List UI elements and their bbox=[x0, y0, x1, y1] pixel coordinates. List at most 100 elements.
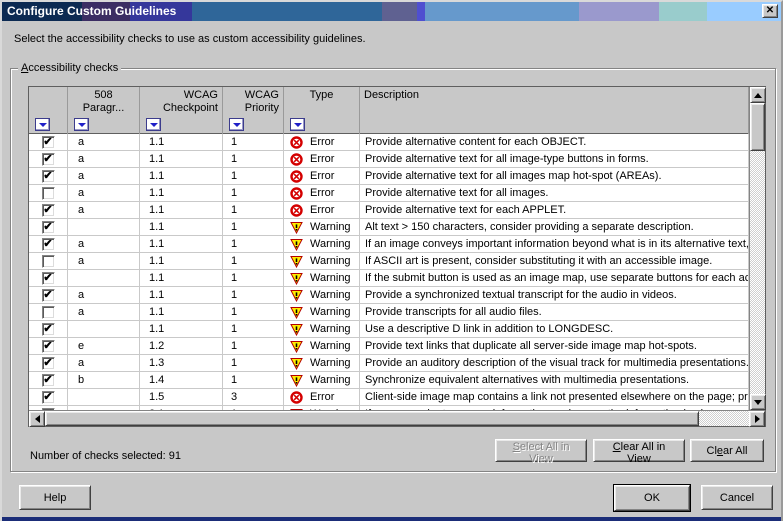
row-checkbox[interactable]: ✔ bbox=[42, 136, 55, 149]
table-row[interactable]: a1.11ErrorProvide alternative text for a… bbox=[29, 185, 749, 202]
dropdown-arrow-icon bbox=[294, 123, 302, 127]
row-checkbox[interactable]: ✔ bbox=[42, 221, 55, 234]
table-row[interactable]: ✔a1.11ErrorProvide alternative text for … bbox=[29, 202, 749, 219]
row-checkbox[interactable]: ✔ bbox=[42, 272, 55, 285]
ok-button[interactable]: OK bbox=[614, 485, 690, 511]
dropdown-arrow-icon bbox=[39, 123, 47, 127]
row-checkbox[interactable] bbox=[42, 306, 55, 319]
type-label: Warning bbox=[310, 355, 351, 371]
cell-508-paragraph bbox=[68, 389, 140, 405]
row-checkbox[interactable]: ✔ bbox=[42, 204, 55, 217]
table-row[interactable]: ✔1.11WarningUse a descriptive D link in … bbox=[29, 321, 749, 338]
scroll-up-button[interactable] bbox=[750, 87, 766, 103]
cell-wcag-priority: 1 bbox=[223, 321, 284, 337]
table-row[interactable]: ✔a1.11WarningProvide a synchronized text… bbox=[29, 287, 749, 304]
row-checkbox[interactable] bbox=[42, 255, 55, 268]
type-label: Warning bbox=[310, 270, 351, 286]
table-row[interactable]: ✔b1.41WarningSynchronize equivalent alte… bbox=[29, 372, 749, 389]
column-header-description: Description bbox=[360, 87, 749, 118]
filter-cell-type bbox=[284, 118, 360, 134]
row-checkbox[interactable]: ✔ bbox=[42, 357, 55, 370]
filter-button-508-paragraph[interactable] bbox=[74, 118, 89, 131]
cell-wcag-priority: 1 bbox=[223, 151, 284, 167]
cell-type: Warning bbox=[284, 372, 360, 388]
cell-description: Provide alternative text for all images … bbox=[360, 168, 749, 184]
cell-description: Alt text > 150 characters, consider prov… bbox=[360, 219, 749, 235]
cell-wcag-priority: 1 bbox=[223, 253, 284, 269]
warning-icon bbox=[290, 221, 303, 234]
cell-508-paragraph: a bbox=[68, 253, 140, 269]
table-row[interactable]: ✔a1.11ErrorProvide alternative text for … bbox=[29, 168, 749, 185]
row-checkbox[interactable] bbox=[42, 187, 55, 200]
type-label: Warning bbox=[310, 304, 351, 320]
table-row[interactable]: ✔a1.11ErrorProvide alternative text for … bbox=[29, 151, 749, 168]
cell-wcag-priority: 1 bbox=[223, 372, 284, 388]
horizontal-scrollbar-track[interactable] bbox=[699, 411, 749, 426]
cell-type: Warning bbox=[284, 355, 360, 371]
row-checkbox[interactable]: ✔ bbox=[42, 170, 55, 183]
row-checkbox[interactable]: ✔ bbox=[42, 323, 55, 336]
warning-icon bbox=[290, 272, 303, 285]
cell-type: Error bbox=[284, 185, 360, 201]
titlebar[interactable]: Configure Custom Guidelines ✕ bbox=[2, 2, 781, 21]
cell-wcag-checkpoint: 1.3 bbox=[140, 355, 223, 371]
cell-wcag-checkpoint: 1.1 bbox=[140, 202, 223, 218]
vertical-scrollbar[interactable] bbox=[749, 87, 765, 410]
type-label: Warning bbox=[310, 321, 351, 337]
row-checkbox[interactable]: ✔ bbox=[42, 153, 55, 166]
type-label: Warning bbox=[310, 219, 351, 235]
table-row[interactable]: ✔e1.21WarningProvide text links that dup… bbox=[29, 338, 749, 355]
table-row[interactable]: ✔1.11WarningIf the submit button is used… bbox=[29, 270, 749, 287]
error-icon bbox=[290, 170, 303, 183]
row-checkbox[interactable]: ✔ bbox=[42, 391, 55, 404]
row-checkbox[interactable]: ✔ bbox=[42, 340, 55, 353]
horizontal-scrollbar[interactable] bbox=[29, 410, 765, 426]
table-header: 508Paragr...WCAGCheckpointWCAGPriorityTy… bbox=[29, 87, 749, 134]
table-row[interactable]: ✔a1.11WarningIf an image conveys importa… bbox=[29, 236, 749, 253]
table-row[interactable]: a1.11WarningProvide transcripts for all … bbox=[29, 304, 749, 321]
table-row[interactable]: a1.11WarningIf ASCII art is present, con… bbox=[29, 253, 749, 270]
cell-wcag-checkpoint: 1.1 bbox=[140, 287, 223, 303]
filter-button-wcag-priority[interactable] bbox=[229, 118, 244, 131]
table-row[interactable]: ✔a1.11ErrorProvide alternative content f… bbox=[29, 134, 749, 151]
cell-description: Provide alternative text for each APPLET… bbox=[360, 202, 749, 218]
help-button[interactable]: Help bbox=[19, 485, 91, 510]
close-button[interactable]: ✕ bbox=[762, 4, 778, 18]
scroll-down-button[interactable] bbox=[750, 394, 766, 410]
filter-button-select[interactable] bbox=[35, 118, 50, 131]
filter-cell-wcag-priority bbox=[223, 118, 284, 134]
error-icon bbox=[290, 204, 303, 217]
scroll-right-button[interactable] bbox=[749, 411, 765, 427]
scroll-left-button[interactable] bbox=[29, 411, 45, 427]
table-row[interactable]: ✔1.11WarningAlt text > 150 characters, c… bbox=[29, 219, 749, 236]
row-checkbox[interactable]: ✔ bbox=[42, 374, 55, 387]
grid-filter-row bbox=[29, 118, 749, 134]
clear-all-in-view-button[interactable]: Clear All in View bbox=[593, 439, 685, 462]
select-all-in-view-button[interactable]: Select All in View bbox=[495, 439, 587, 462]
cell-type: Warning bbox=[284, 236, 360, 252]
table-row[interactable]: ✔1.53ErrorClient-side image map contains… bbox=[29, 389, 749, 406]
row-checkbox[interactable]: ✔ bbox=[42, 289, 55, 302]
filter-button-wcag-checkpoint[interactable] bbox=[146, 118, 161, 131]
checks-selected-count: Number of checks selected: 91 bbox=[30, 450, 181, 462]
cell-select: ✔ bbox=[29, 372, 68, 388]
cell-description: Provide transcripts for all audio files. bbox=[360, 304, 749, 320]
cancel-button[interactable]: Cancel bbox=[701, 485, 773, 510]
cell-description: If the submit button is used as an image… bbox=[360, 270, 749, 286]
cell-description: If ASCII art is present, consider substi… bbox=[360, 253, 749, 269]
vertical-scrollbar-track[interactable] bbox=[750, 151, 765, 394]
cell-wcag-checkpoint: 1.1 bbox=[140, 253, 223, 269]
cell-wcag-priority: 1 bbox=[223, 168, 284, 184]
vertical-scrollbar-thumb[interactable] bbox=[750, 103, 765, 151]
table-row[interactable]: ✔a1.31WarningProvide an auditory descrip… bbox=[29, 355, 749, 372]
dropdown-arrow-icon bbox=[150, 123, 158, 127]
filter-button-type[interactable] bbox=[290, 118, 305, 131]
cell-wcag-checkpoint: 1.1 bbox=[140, 151, 223, 167]
error-icon bbox=[290, 153, 303, 166]
cell-type: Warning bbox=[284, 270, 360, 286]
cell-508-paragraph: a bbox=[68, 236, 140, 252]
horizontal-scrollbar-thumb[interactable] bbox=[45, 411, 699, 426]
row-checkbox[interactable]: ✔ bbox=[42, 238, 55, 251]
clear-all-button[interactable]: Clear All bbox=[690, 439, 764, 462]
dialog-instruction-text: Select the accessibility checks to use a… bbox=[14, 33, 366, 45]
